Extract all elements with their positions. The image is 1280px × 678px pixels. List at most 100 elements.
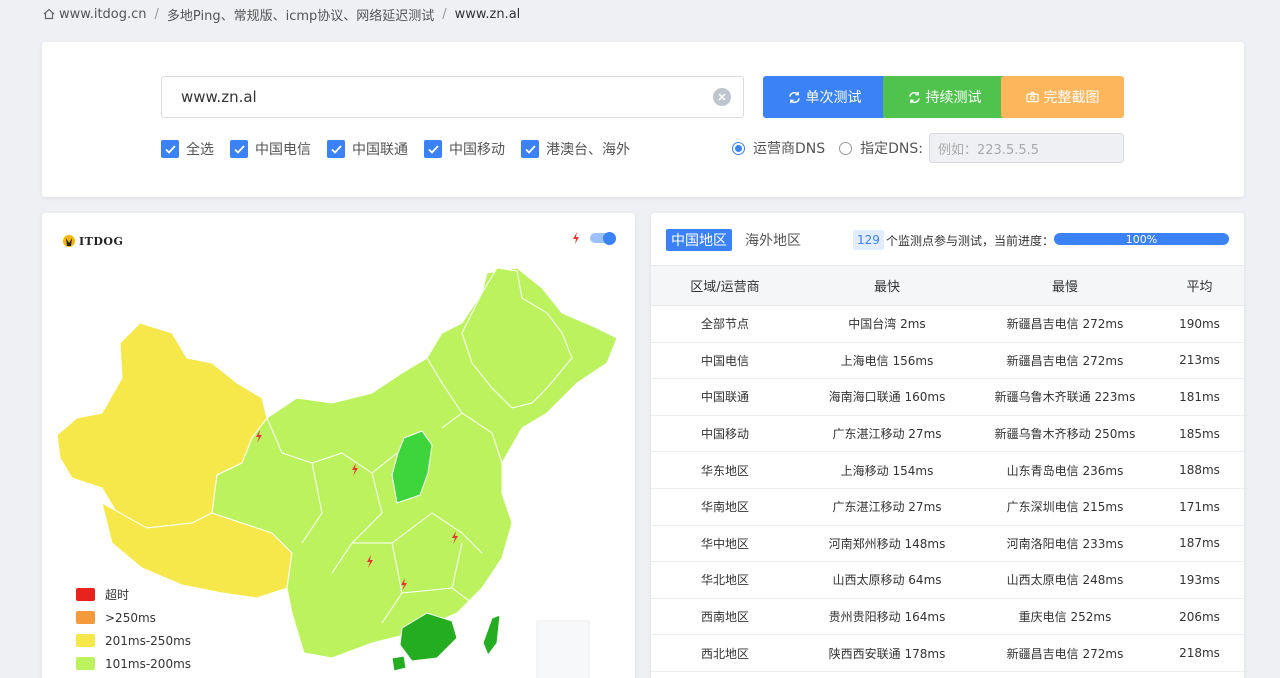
table-cell: 上海电信 156ms: [799, 342, 975, 380]
table-cell: 广东湛江移动 27ms: [799, 415, 975, 453]
legend-item: 201ms-250ms: [76, 629, 191, 652]
radio-dot: [732, 141, 745, 155]
table-cell: 河南郑州移动 148ms: [799, 525, 975, 563]
table-row: 华南地区 广东湛江移动 27ms 广东深圳电信 215ms 171ms: [651, 488, 1244, 526]
table-cell: 213ms: [1155, 342, 1244, 380]
legend-swatch: [76, 657, 95, 670]
isp-filter-group: 全选 中国电信 中国联通 中国移动 港澳台、海外: [161, 139, 646, 159]
single-test-label: 单次测试: [805, 90, 862, 106]
breadcrumb: www.itdog.cn / 多地Ping、常规版、icmp协议、网络延迟测试 …: [43, 5, 521, 24]
table-cell: 新疆乌鲁木齐移动 250ms: [975, 415, 1155, 453]
table-cell: 上海移动 154ms: [799, 451, 975, 489]
table-cell: 171ms: [1155, 488, 1244, 526]
table-cell: 西南地区: [651, 598, 799, 636]
dns-options: 运营商DNS 指定DNS: 例如：223.5.5.5: [732, 133, 1124, 163]
radio-label: 指定DNS:: [860, 141, 923, 157]
table-cell: 206ms: [1155, 598, 1244, 636]
table-row: 中国移动 广东湛江移动 27ms 新疆乌鲁木齐移动 250ms 185ms: [651, 415, 1244, 453]
radio-dot: [839, 141, 853, 155]
table-row: 华北地区 山西太原移动 64ms 山西太原电信 248ms 193ms: [651, 561, 1244, 599]
clear-icon[interactable]: [713, 88, 731, 106]
table-cell: 中国台湾 2ms: [799, 305, 975, 343]
results-table: 区域/运营商 最快 最慢 平均 全部节点 中国台湾 2ms 新疆昌吉电信 272…: [651, 265, 1244, 672]
radio-isp-dns[interactable]: 运营商DNS: [732, 138, 825, 158]
continuous-test-button[interactable]: 持续测试: [883, 76, 1006, 118]
table-cell: 185ms: [1155, 415, 1244, 453]
url-input[interactable]: www.zn.al: [161, 76, 744, 118]
refresh-icon: [788, 91, 800, 103]
table-row: 中国联通 海南海口联通 160ms 新疆乌鲁木齐联通 223ms 181ms: [651, 378, 1244, 416]
checkbox-telecom[interactable]: 中国电信: [230, 139, 311, 159]
screenshot-label: 完整截图: [1043, 90, 1100, 106]
checkbox-label: 中国移动: [449, 142, 505, 158]
home-icon: [43, 8, 55, 20]
legend-item: 超时: [76, 583, 191, 606]
progress-text: 个监测点参与测试，当前进度：: [886, 234, 1055, 248]
table-row: 中国电信 上海电信 156ms 新疆昌吉电信 272ms 213ms: [651, 342, 1244, 380]
check-icon: [424, 140, 442, 158]
checkbox-unicom[interactable]: 中国联通: [327, 139, 408, 159]
south-sea-inset: [536, 620, 590, 678]
table-cell: 广东深圳电信 215ms: [975, 488, 1155, 526]
table-cell: 华北地区: [651, 561, 799, 599]
tab-overseas[interactable]: 海外地区: [740, 229, 806, 251]
checkbox-select-all[interactable]: 全选: [161, 139, 214, 159]
check-icon: [161, 140, 179, 158]
table-row: 西北地区 陕西西安联通 178ms 新疆昌吉电信 272ms 218ms: [651, 634, 1244, 672]
table-cell: 华中地区: [651, 525, 799, 563]
single-test-button[interactable]: 单次测试: [763, 76, 886, 118]
table-cell: 中国电信: [651, 342, 799, 380]
table-row: 西南地区 贵州贵阳移动 164ms 重庆电信 252ms 206ms: [651, 598, 1244, 636]
legend-label: 101ms-200ms: [105, 656, 192, 671]
table-cell: 188ms: [1155, 451, 1244, 489]
legend-item: >250ms: [76, 606, 191, 629]
legend-label: >250ms: [105, 610, 156, 625]
table-cell: 新疆昌吉电信 272ms: [975, 634, 1155, 672]
refresh-icon: [908, 91, 920, 103]
breadcrumb-current: www.zn.al: [454, 6, 521, 22]
check-icon: [327, 140, 345, 158]
checkbox-label: 中国电信: [255, 142, 311, 158]
table-row: 华中地区 河南郑州移动 148ms 河南洛阳电信 233ms 187ms: [651, 525, 1244, 563]
table-cell: 190ms: [1155, 305, 1244, 343]
node-count-badge: 129: [853, 230, 884, 250]
results-panel: 中国地区 海外地区 129 个监测点参与测试，当前进度： 100% 区域/运营商…: [651, 213, 1244, 678]
table-cell: 广东湛江移动 27ms: [799, 488, 975, 526]
checkbox-overseas[interactable]: 港澳台、海外: [521, 139, 630, 159]
progress-value: 100%: [1125, 232, 1158, 246]
tab-china[interactable]: 中国地区: [666, 229, 732, 251]
check-icon: [230, 140, 248, 158]
checkbox-mobile[interactable]: 中国移动: [424, 139, 505, 159]
legend-swatch: [76, 611, 95, 624]
legend-swatch: [76, 588, 95, 601]
table-cell: 河南洛阳电信 233ms: [975, 525, 1155, 563]
table-cell: 218ms: [1155, 634, 1244, 672]
breadcrumb-middle-link[interactable]: 多地Ping、常规版、icmp协议、网络延迟测试: [167, 5, 434, 24]
table-cell: 重庆电信 252ms: [975, 598, 1155, 636]
table-cell: 中国联通: [651, 378, 799, 416]
region-hainan: [391, 655, 407, 672]
screenshot-button[interactable]: 完整截图: [1001, 76, 1124, 118]
breadcrumb-home-link[interactable]: www.itdog.cn: [59, 7, 147, 22]
region-tabs: 中国地区 海外地区: [666, 229, 806, 251]
table-row: 全部节点 中国台湾 2ms 新疆昌吉电信 272ms 190ms: [651, 305, 1244, 343]
table-cell: 187ms: [1155, 525, 1244, 563]
custom-dns-placeholder: 例如：223.5.5.5: [938, 142, 1040, 158]
table-cell: 193ms: [1155, 561, 1244, 599]
legend-label: 超时: [105, 588, 130, 602]
breadcrumb-separator: /: [442, 6, 447, 22]
custom-dns-input[interactable]: 例如：223.5.5.5: [929, 133, 1124, 163]
radio-custom-dns[interactable]: 指定DNS:: [839, 138, 923, 158]
camera-icon: [1025, 91, 1039, 103]
check-icon: [521, 140, 539, 158]
table-cell: 新疆昌吉电信 272ms: [975, 305, 1155, 343]
table-cell: 山西太原移动 64ms: [799, 561, 975, 599]
radio-label: 运营商DNS: [753, 141, 826, 157]
table-cell: 陕西西安联通 178ms: [799, 634, 975, 672]
legend-label: 201ms-250ms: [105, 633, 192, 648]
column-header: 最快: [799, 265, 975, 306]
table-cell: 海南海口联通 160ms: [799, 378, 975, 416]
table-cell: 中国移动: [651, 415, 799, 453]
column-header: 区域/运营商: [651, 265, 799, 306]
progress-bar: 100%: [1054, 232, 1229, 246]
